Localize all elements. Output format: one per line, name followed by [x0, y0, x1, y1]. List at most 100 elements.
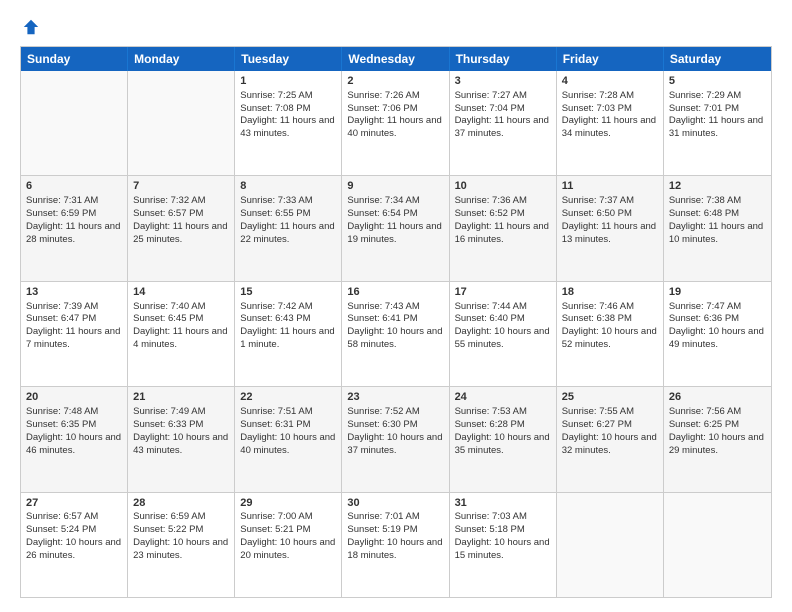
- week-row-1: 1Sunrise: 7:25 AMSunset: 7:08 PMDaylight…: [21, 71, 771, 175]
- day-cell-23: 23Sunrise: 7:52 AMSunset: 6:30 PMDayligh…: [342, 387, 449, 491]
- day-number: 1: [240, 74, 336, 89]
- day-cell-4: 4Sunrise: 7:28 AMSunset: 7:03 PMDaylight…: [557, 71, 664, 175]
- sunrise-text: Sunrise: 7:00 AM: [240, 511, 312, 522]
- sunset-text: Sunset: 6:28 PM: [455, 419, 525, 430]
- daylight-text: Daylight: 10 hours and 23 minutes.: [133, 537, 228, 561]
- daylight-text: Daylight: 11 hours and 1 minute.: [240, 326, 334, 350]
- week-row-4: 20Sunrise: 7:48 AM Sunset: 6:35 PM Dayligh…: [21, 386, 771, 491]
- calendar-body: 1Sunrise: 7:25 AMSunset: 7:08 PMDaylight…: [21, 71, 771, 597]
- sunrise-text: Sunrise: 6:59 AM: [133, 511, 205, 522]
- day-cell-19: 19Sunrise: 7:47 AMSunset: 6:36 PMDayligh…: [664, 282, 771, 386]
- daylight-text: Daylight: 10 hours and 32 minutes.: [562, 432, 657, 456]
- sunrise-text: Sunrise: 7:39 AM: [26, 301, 98, 312]
- daylight-text: Daylight: 11 hours and 10 minutes.: [669, 221, 763, 245]
- day-number: 19: [669, 285, 766, 300]
- day-cell-27: 27Sunrise: 6:57 AMSunset: 5:24 PMDayligh…: [21, 493, 128, 597]
- day-number: 3: [455, 74, 551, 89]
- sunset-text: Sunset: 7:01 PM: [669, 103, 739, 114]
- day-cell-8: 8Sunrise: 7:33 AMSunset: 6:55 PMDaylight…: [235, 176, 342, 280]
- day-cell-24: 24Sunrise: 7:53 AMSunset: 6:28 PMDayligh…: [450, 387, 557, 491]
- sunset-text: Sunset: 7:03 PM: [562, 103, 632, 114]
- sunrise-text: Sunrise: 7:43 AM: [347, 301, 419, 312]
- sunrise-text: Sunrise: 7:29 AM: [669, 90, 741, 101]
- sunrise-text: Sunrise: 7:33 AM: [240, 195, 312, 206]
- week-row-5: 27Sunrise: 6:57 AMSunset: 5:24 PMDayligh…: [21, 492, 771, 597]
- daylight-text: Daylight: 11 hours and 16 minutes.: [455, 221, 549, 245]
- logo-icon: [22, 18, 40, 36]
- sunrise-text: Sunrise: 7:37 AM: [562, 195, 634, 206]
- day-number: 17: [455, 285, 551, 300]
- daylight-text: Daylight: 10 hours and 40 minutes.: [240, 432, 335, 456]
- week-row-3: 13Sunrise: 7:39 AMSunset: 6:47 PMDayligh…: [21, 281, 771, 386]
- day-number: 8: [240, 179, 336, 194]
- daylight-text: Daylight: 10 hours and 55 minutes.: [455, 326, 550, 350]
- daylight-text: Daylight: 10 hours and 37 minutes.: [347, 432, 442, 456]
- sunset-text: Sunset: 6:43 PM: [240, 313, 310, 324]
- day-number: 10: [455, 179, 551, 194]
- week-row-2: 6Sunrise: 7:31 AMSunset: 6:59 PMDaylight…: [21, 175, 771, 280]
- sunset-text: Sunset: 6:54 PM: [347, 208, 417, 219]
- sunset-text: Sunset: 6:33 PM: [133, 419, 203, 430]
- day-number: 26: [669, 390, 766, 405]
- sunrise-text: Sunrise: 7:52 AM: [347, 406, 419, 417]
- sunrise-text: Sunrise: 7:28 AM: [562, 90, 634, 101]
- day-number: 13: [26, 285, 122, 300]
- sunset-text: Sunset: 6:52 PM: [455, 208, 525, 219]
- day-number: 21: [133, 390, 229, 405]
- day-cell-21: 21Sunrise: 7:49 AMSunset: 6:33 PMDayligh…: [128, 387, 235, 491]
- day-number: 23: [347, 390, 443, 405]
- day-number: 27: [26, 496, 122, 511]
- sunset-text: Sunset: 7:06 PM: [347, 103, 417, 114]
- sunrise-text: Sunrise: 7:26 AM: [347, 90, 419, 101]
- calendar: SundayMondayTuesdayWednesdayThursdayFrid…: [20, 46, 772, 598]
- daylight-text: Daylight: 11 hours and 40 minutes.: [347, 115, 441, 139]
- sunrise-text: Sunrise: 7:36 AM: [455, 195, 527, 206]
- sunset-text: Sunset: 6:36 PM: [669, 313, 739, 324]
- day-number: 29: [240, 496, 336, 511]
- sunset-text: Sunset: 6:27 PM: [562, 419, 632, 430]
- day-cell-2: 2Sunrise: 7:26 AMSunset: 7:06 PMDaylight…: [342, 71, 449, 175]
- day-number: 9: [347, 179, 443, 194]
- sunset-text: Sunset: 5:22 PM: [133, 524, 203, 535]
- sunset-text: Sunset: 6:45 PM: [133, 313, 203, 324]
- day-of-week-thursday: Thursday: [450, 47, 557, 71]
- day-number: 20: [26, 390, 122, 405]
- sunset-text: Sunset: 6:48 PM: [669, 208, 739, 219]
- daylight-text: Daylight: 10 hours and 46 minutes.: [26, 432, 121, 456]
- sunset-text: Sunset: 7:04 PM: [455, 103, 525, 114]
- day-cell-26: 26Sunrise: 7:56 AMSunset: 6:25 PMDayligh…: [664, 387, 771, 491]
- day-number: 6: [26, 179, 122, 194]
- day-cell-12: 12Sunrise: 7:38 AM Sunset: 6:48 PM Dayligh…: [664, 176, 771, 280]
- day-cell-31: 31Sunrise: 7:03 AMSunset: 5:18 PMDayligh…: [450, 493, 557, 597]
- sunrise-text: Sunrise: 7:56 AM: [669, 406, 741, 417]
- day-cell-7: 7Sunrise: 7:32 AMSunset: 6:57 PMDaylight…: [128, 176, 235, 280]
- daylight-text: Daylight: 10 hours and 15 minutes.: [455, 537, 550, 561]
- sunrise-text: Sunrise: 7:03 AM: [455, 511, 527, 522]
- sunset-text: Sunset: 6:38 PM: [562, 313, 632, 324]
- daylight-text: Daylight: 11 hours and 25 minutes.: [133, 221, 227, 245]
- sunset-text: Sunset: 6:25 PM: [669, 419, 739, 430]
- sunrise-text: Sunrise: 7:38 AM: [669, 195, 741, 206]
- daylight-text: Daylight: 10 hours and 35 minutes.: [455, 432, 550, 456]
- daylight-text: Daylight: 10 hours and 58 minutes.: [347, 326, 442, 350]
- day-number: 24: [455, 390, 551, 405]
- day-number: 28: [133, 496, 229, 511]
- day-number: 31: [455, 496, 551, 511]
- daylight-text: Daylight: 11 hours and 19 minutes.: [347, 221, 441, 245]
- day-of-week-tuesday: Tuesday: [235, 47, 342, 71]
- daylight-text: Daylight: 11 hours and 31 minutes.: [669, 115, 763, 139]
- day-cell-1: 1Sunrise: 7:25 AMSunset: 7:08 PMDaylight…: [235, 71, 342, 175]
- day-of-week-wednesday: Wednesday: [342, 47, 449, 71]
- daylight-text: Daylight: 10 hours and 18 minutes.: [347, 537, 442, 561]
- day-of-week-sunday: Sunday: [21, 47, 128, 71]
- empty-cell: [128, 71, 235, 175]
- sunrise-text: Sunrise: 7:48 AM: [26, 406, 98, 417]
- day-number: 12: [669, 179, 766, 194]
- sunrise-text: Sunrise: 7:55 AM: [562, 406, 634, 417]
- sunset-text: Sunset: 6:35 PM: [26, 419, 96, 430]
- logo: [20, 18, 40, 36]
- day-cell-18: 18Sunrise: 7:46 AMSunset: 6:38 PMDayligh…: [557, 282, 664, 386]
- day-cell-14: 14Sunrise: 7:40 AMSunset: 6:45 PMDayligh…: [128, 282, 235, 386]
- daylight-text: Daylight: 10 hours and 20 minutes.: [240, 537, 335, 561]
- page: SundayMondayTuesdayWednesdayThursdayFrid…: [0, 0, 792, 612]
